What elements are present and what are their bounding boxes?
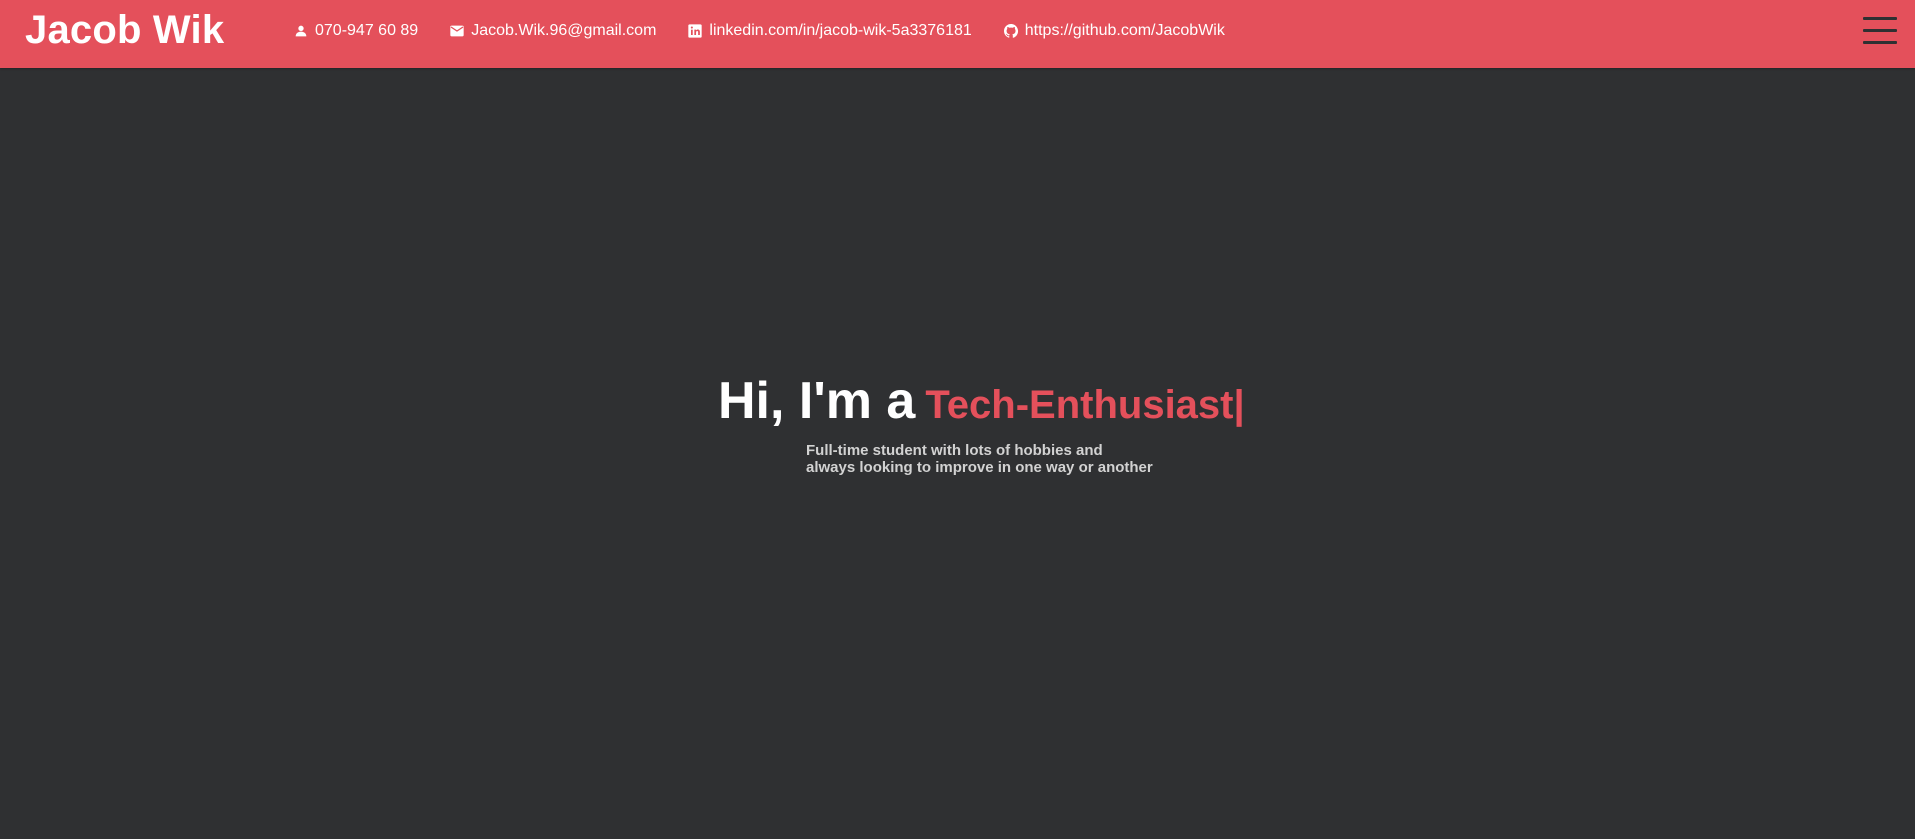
hero-headline: Hi, I'm a Tech-Enthusiast| — [718, 375, 1245, 427]
linkedin-icon — [687, 23, 703, 39]
contact-phone-text: 070-947 60 89 — [315, 22, 419, 39]
contact-linkedin-text: linkedin.com/in/jacob-wik-5a3376181 — [709, 22, 972, 39]
contact-email[interactable]: Jacob.Wik.96@gmail.com — [449, 22, 656, 40]
contact-list: 070-947 60 89 Jacob.Wik.96@gmail.com lin… — [293, 0, 1256, 62]
contact-linkedin[interactable]: linkedin.com/in/jacob-wik-5a3376181 — [687, 22, 972, 40]
hero-role: Tech-Enthusiast — [925, 383, 1234, 427]
contact-email-text: Jacob.Wik.96@gmail.com — [471, 22, 657, 39]
contact-github-text: https://github.com/JacobWik — [1024, 22, 1225, 39]
contact-phone[interactable]: 070-947 60 89 — [293, 22, 418, 40]
hero-intro: Hi, I'm a — [718, 372, 916, 430]
mail-icon — [449, 23, 465, 39]
hamburger-line — [1863, 29, 1897, 32]
tagline-line-1: Full-time student with lots of hobbies a… — [806, 442, 1103, 459]
hero-tagline: Full-time student with lots of hobbies a… — [806, 442, 1153, 476]
github-icon — [1003, 23, 1019, 39]
tagline-line-2: always looking to improve in one way or … — [806, 459, 1153, 476]
typing-cursor: | — [1233, 383, 1245, 427]
hero-section: Hi, I'm a Tech-Enthusiast| Full-time stud… — [0, 68, 1915, 839]
hamburger-line — [1863, 17, 1897, 20]
hamburger-menu-icon[interactable] — [1863, 15, 1897, 45]
top-navbar: Jacob Wik 070-947 60 89 Jacob.Wik.96@gma… — [0, 0, 1915, 68]
person-icon — [293, 23, 309, 39]
hamburger-line — [1863, 41, 1897, 44]
contact-github[interactable]: https://github.com/JacobWik — [1003, 22, 1225, 40]
site-brand[interactable]: Jacob Wik — [25, 6, 224, 54]
